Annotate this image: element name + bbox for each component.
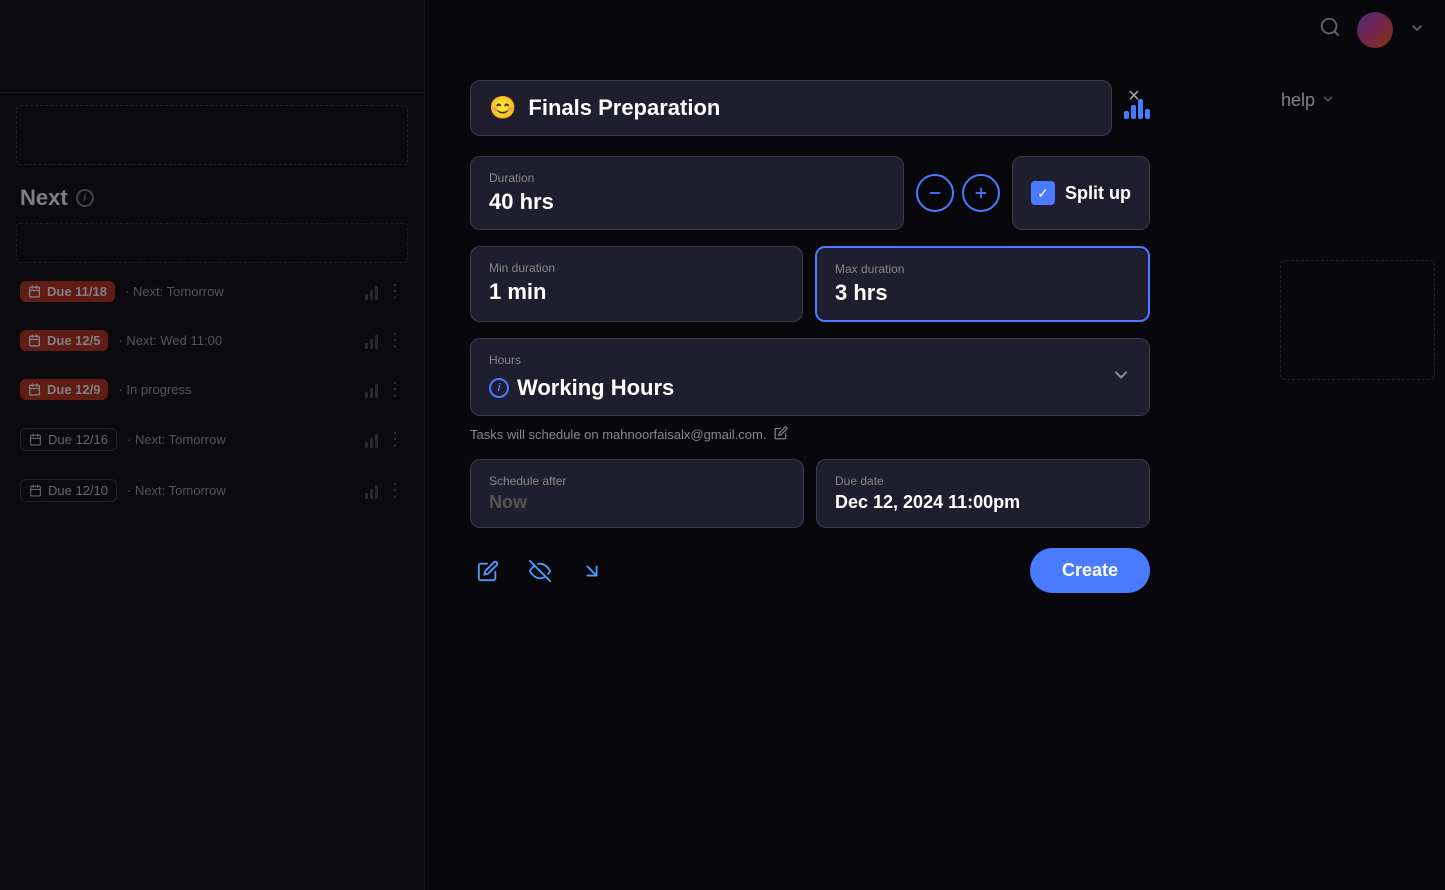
emoji-icon: 😊 (489, 95, 516, 121)
schedule-after-label: Schedule after (489, 474, 785, 488)
minmax-row: Min duration 1 min Max duration 3 hrs (470, 246, 1150, 322)
arrow-icon-button[interactable] (574, 553, 610, 589)
hide-icon-button[interactable] (522, 553, 558, 589)
schedule-after-box[interactable]: Schedule after Now (470, 459, 804, 528)
split-up-label: Split up (1065, 183, 1131, 204)
create-button[interactable]: Create (1030, 548, 1150, 593)
close-button[interactable]: × (1118, 80, 1150, 112)
due-date-box[interactable]: Due date Dec 12, 2024 11:00pm (816, 459, 1150, 528)
hours-chevron-icon[interactable] (1111, 365, 1131, 390)
min-duration-box[interactable]: Min duration 1 min (470, 246, 803, 322)
hours-box[interactable]: Hours i Working Hours (470, 338, 1150, 416)
duration-label: Duration (489, 171, 885, 185)
action-icons (470, 553, 610, 589)
hours-info-icon: i (489, 378, 509, 398)
split-up-checkbox[interactable]: ✓ (1031, 181, 1055, 205)
increment-button[interactable] (962, 174, 1000, 212)
duration-row: Duration 40 hrs ✓ Split up (470, 156, 1150, 230)
title-input[interactable]: 😊 Finals Preparation (470, 80, 1112, 136)
max-duration-box[interactable]: Max duration 3 hrs (815, 246, 1150, 322)
schedule-info: Tasks will schedule on mahnoorfaisalx@gm… (470, 426, 1150, 443)
schedule-row: Schedule after Now Due date Dec 12, 2024… (470, 459, 1150, 528)
title-row: 😊 Finals Preparation (470, 80, 1150, 136)
split-up-box[interactable]: ✓ Split up (1012, 156, 1150, 230)
schedule-after-value: Now (489, 492, 785, 513)
duration-controls (916, 156, 1000, 230)
duration-value: 40 hrs (489, 189, 885, 215)
hours-left: Hours i Working Hours (489, 353, 674, 401)
max-duration-value: 3 hrs (835, 280, 1130, 306)
schedule-info-text: Tasks will schedule on mahnoorfaisalx@gm… (470, 427, 766, 442)
hours-label: Hours (489, 353, 674, 367)
modal-panel: × 😊 Finals Preparation Duration 40 hrs (450, 60, 1170, 613)
min-duration-value: 1 min (489, 279, 784, 305)
action-row: Create (470, 548, 1150, 593)
min-duration-label: Min duration (489, 261, 784, 275)
hours-value-row: i Working Hours (489, 375, 674, 401)
hours-value: Working Hours (517, 375, 674, 401)
due-date-label: Due date (835, 474, 1131, 488)
duration-box: Duration 40 hrs (470, 156, 904, 230)
max-duration-label: Max duration (835, 262, 1130, 276)
due-date-value: Dec 12, 2024 11:00pm (835, 492, 1131, 513)
edit-pencil-icon[interactable] (774, 426, 788, 443)
edit-icon-button[interactable] (470, 553, 506, 589)
decrement-button[interactable] (916, 174, 954, 212)
title-text: Finals Preparation (528, 95, 1093, 121)
